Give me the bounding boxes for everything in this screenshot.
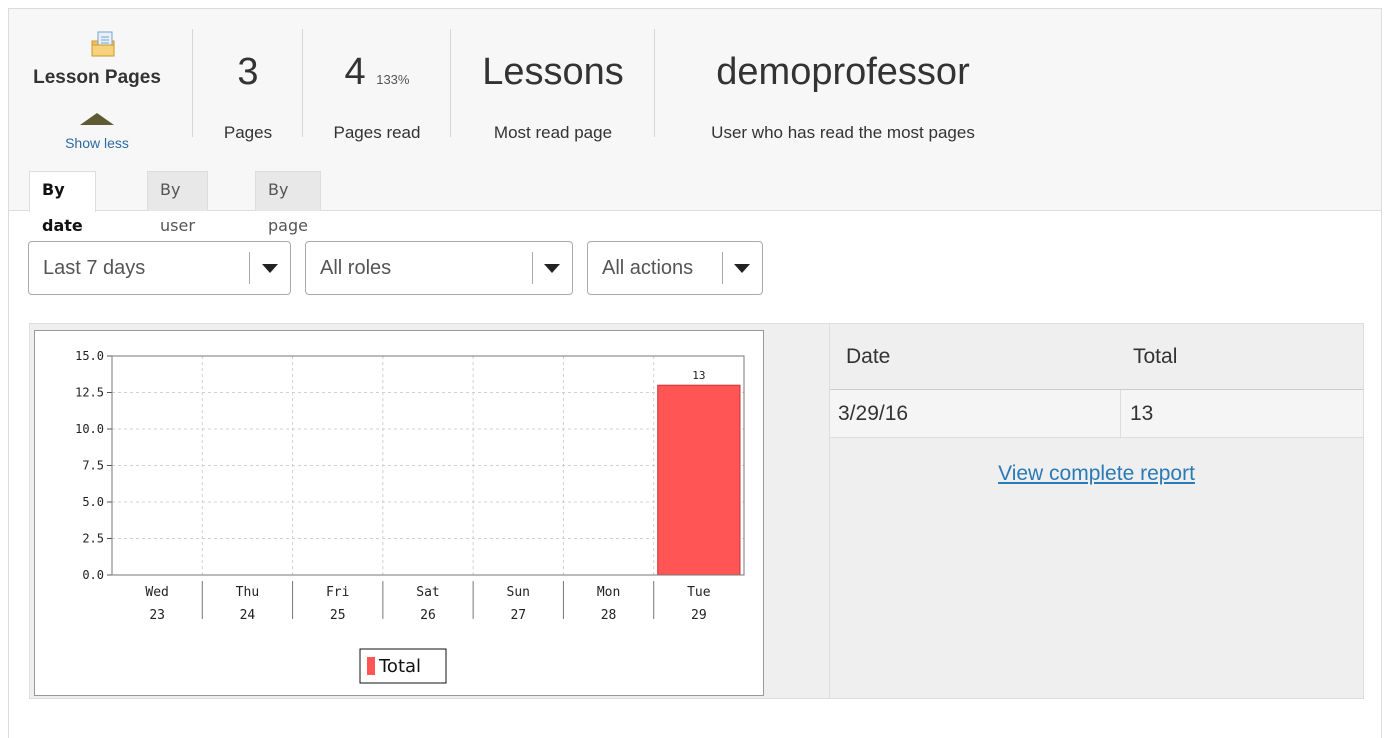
chevron-down-icon — [734, 264, 750, 273]
tab-by-user[interactable]: By user — [147, 171, 208, 235]
period-select[interactable]: Last 7 days — [28, 241, 291, 295]
stat-pages-read-label: Pages read — [333, 123, 421, 142]
chart-container: 0.0 2.5 5.0 7.5 10.0 12.5 15.0 Wed 23 Thu 24 Fri 25 S… — [34, 330, 764, 696]
x-tick-label-day: Thu — [236, 585, 259, 600]
x-tick-label-date: 29 — [691, 608, 707, 623]
stat-most-read-label: Most read page — [493, 123, 613, 142]
stat-most-read: Lessons Most read page — [451, 27, 655, 142]
column-header-total: Total — [1133, 345, 1178, 368]
report-frame: Lesson Pages Show less 3 Pages 4 133% Pa… — [8, 8, 1382, 738]
legend-label: Total — [378, 656, 421, 677]
x-tick-label-day: Fri — [326, 585, 349, 600]
x-tick-label-day: Tue — [687, 585, 711, 600]
x-tick-label-date: 24 — [240, 608, 256, 623]
divider — [722, 252, 723, 284]
table-header: Date Total — [830, 324, 1363, 390]
x-tick-label-day: Sat — [416, 585, 439, 600]
stat-most-read-value: Lessons — [482, 51, 624, 93]
divider — [1120, 390, 1121, 438]
report-table: Date Total 3/29/16 13 View complete repo… — [829, 324, 1363, 698]
y-tick-label: 2.5 — [82, 532, 104, 546]
tab-by-date[interactable]: By date — [29, 171, 96, 235]
period-select-value: Last 7 days — [43, 257, 146, 279]
report-header: Lesson Pages Show less 3 Pages 4 133% Pa… — [9, 9, 1381, 235]
roles-select[interactable]: All roles — [305, 241, 573, 295]
chevron-down-icon — [544, 264, 560, 273]
view-complete-report-link[interactable]: View complete report — [830, 462, 1363, 486]
actions-select-value: All actions — [602, 257, 694, 279]
y-tick-label: 5.0 — [82, 495, 104, 509]
x-tick-label-day: Sun — [507, 585, 530, 600]
bar — [657, 384, 741, 576]
tool-name: Lesson Pages — [33, 67, 161, 88]
y-tick-label: 10.0 — [75, 422, 104, 436]
x-tick-label-day: Wed — [145, 585, 168, 600]
divider — [532, 252, 533, 284]
x-tick-label-date: 25 — [330, 608, 346, 623]
x-tick-label-day: Mon — [597, 585, 620, 600]
chevron-down-icon — [262, 264, 278, 273]
legend-swatch — [367, 657, 375, 675]
y-tick-label: 0.0 — [82, 568, 104, 582]
x-tick-label-date: 27 — [510, 608, 526, 623]
stat-pages-read: 4 133% Pages read — [303, 27, 451, 142]
roles-select-value: All roles — [320, 257, 392, 279]
stat-pages-label: Pages — [223, 123, 273, 142]
stat-pages: 3 Pages — [193, 27, 303, 142]
x-tick-label-date: 23 — [149, 608, 165, 623]
stat-top-user-value: demoprofessor — [716, 51, 970, 93]
report-panel: 0.0 2.5 5.0 7.5 10.0 12.5 15.0 Wed 23 Thu 24 Fri 25 S… — [29, 323, 1364, 699]
actions-select[interactable]: All actions — [587, 241, 763, 295]
y-tick-label: 12.5 — [75, 386, 104, 400]
stat-pages-read-value-wrap: 4 133% — [303, 53, 451, 91]
column-header-date: Date — [846, 345, 891, 368]
table-row: 3/29/16 13 — [830, 390, 1363, 438]
x-tick-label-date: 26 — [420, 608, 436, 623]
cell-date: 3/29/16 — [838, 402, 909, 425]
y-tick-label: 7.5 — [82, 459, 104, 473]
lesson-pages-icon — [91, 31, 115, 57]
divider — [249, 252, 250, 284]
y-tick-label: 15.0 — [75, 349, 104, 363]
bar-chart: 0.0 2.5 5.0 7.5 10.0 12.5 15.0 Wed 23 Thu 24 Fri 25 S… — [75, 349, 745, 684]
plot-area — [112, 356, 744, 575]
stat-pages-read-percent: 133% — [376, 72, 410, 87]
stat-pages-value: 3 — [237, 51, 259, 93]
x-tick-label-date: 28 — [601, 608, 617, 623]
tool-summary: Lesson Pages Show less — [9, 27, 193, 151]
show-less-link[interactable]: Show less — [9, 135, 185, 151]
cell-total: 13 — [1130, 402, 1154, 425]
stat-top-user-label: User who has read the most pages — [711, 123, 975, 142]
tab-by-page[interactable]: By page — [255, 171, 321, 235]
collapse-arrow-icon[interactable] — [80, 113, 114, 125]
stat-top-user: demoprofessor User who has read the most… — [655, 27, 1031, 142]
data-label: 13 — [692, 369, 705, 382]
stat-pages-read-value: 4 — [344, 51, 366, 93]
